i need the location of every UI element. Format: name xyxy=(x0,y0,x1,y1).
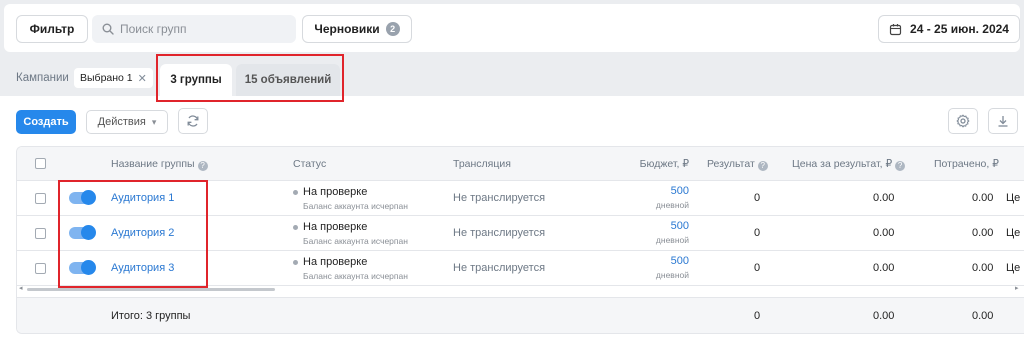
budget-value[interactable]: 500 xyxy=(671,220,689,232)
date-range-label: 24 - 25 июн. 2024 xyxy=(910,22,1009,36)
scroll-right-arrow[interactable]: ▸ xyxy=(1015,284,1019,292)
overflow-cell: Це xyxy=(1006,227,1021,239)
toggle-icon[interactable] xyxy=(69,260,96,275)
spent-value: 0.00 xyxy=(972,262,994,274)
group-name-link[interactable]: Аудитория 3 xyxy=(111,262,174,274)
broadcast-text: Не транслируется xyxy=(453,262,546,274)
status-dot xyxy=(293,190,298,195)
budget-period: дневной xyxy=(655,200,689,210)
toggle-icon[interactable] xyxy=(69,225,96,240)
cost-per-result-value: 0.00 xyxy=(873,192,895,204)
toggle-icon[interactable] xyxy=(69,190,96,205)
download-icon xyxy=(998,116,1008,127)
calendar-icon xyxy=(889,23,902,35)
main-panel: Создать Действия ▾ Название группы? Стат… xyxy=(0,96,1024,343)
actions-label: Действия xyxy=(97,116,146,128)
overflow-cell: Це xyxy=(1006,192,1021,204)
spent-value: 0.00 xyxy=(972,192,994,204)
row-checkbox[interactable] xyxy=(35,228,46,239)
totals-label: Итого: 3 группы xyxy=(111,310,191,322)
filter-button[interactable]: Фильтр xyxy=(16,15,88,43)
table-row[interactable]: Аудитория 2 На проверке Баланс аккаунта … xyxy=(17,216,1024,251)
budget-value[interactable]: 500 xyxy=(671,255,689,267)
search-input[interactable]: Поиск групп xyxy=(92,15,296,43)
status-dot xyxy=(293,225,298,230)
table-row[interactable]: Аудитория 3 На проверке Баланс аккаунта … xyxy=(17,251,1024,286)
level-tabs-bar: Кампании Выбрано 1 ✕ 3 группы 15 объявле… xyxy=(0,60,1024,96)
tab-ads[interactable]: 15 объявлений xyxy=(236,64,340,96)
row-checkbox[interactable] xyxy=(35,263,46,274)
select-all-checkbox[interactable] xyxy=(35,158,46,169)
tab-campaigns[interactable]: Кампании xyxy=(16,72,69,84)
search-icon xyxy=(102,23,114,35)
drafts-button[interactable]: Черновики 2 xyxy=(302,15,412,43)
top-bar: Фильтр Поиск групп Черновики 2 24 - 25 и… xyxy=(4,4,1020,52)
drafts-count-badge: 2 xyxy=(385,22,400,36)
column-cost-per-result[interactable]: Цена за результат, ₽? xyxy=(792,158,906,171)
result-value: 0 xyxy=(754,262,761,274)
refresh-button[interactable] xyxy=(178,108,208,134)
groups-table: Название группы? Статус Трансляция Бюдже… xyxy=(16,146,1024,334)
budget-value[interactable]: 500 xyxy=(671,185,689,197)
status-note: Баланс аккаунта исчерпан xyxy=(303,236,408,246)
spent-value: 0.00 xyxy=(972,227,994,239)
status-text: На проверке xyxy=(303,221,368,233)
refresh-icon xyxy=(187,115,199,127)
help-icon[interactable]: ? xyxy=(757,160,768,171)
column-spent[interactable]: Потрачено, ₽ xyxy=(934,158,999,170)
budget-period: дневной xyxy=(655,270,689,280)
status-text: На проверке xyxy=(303,186,368,198)
result-value: 0 xyxy=(754,192,761,204)
search-placeholder: Поиск групп xyxy=(120,22,187,36)
selected-chip-label: Выбрано 1 xyxy=(80,72,133,84)
group-name-link[interactable]: Аудитория 2 xyxy=(111,227,174,239)
totals-spent: 0.00 xyxy=(972,310,994,322)
broadcast-text: Не транслируется xyxy=(453,227,546,239)
column-broadcast[interactable]: Трансляция xyxy=(453,158,511,170)
table-settings-button[interactable] xyxy=(948,108,978,134)
status-dot xyxy=(293,260,298,265)
column-budget[interactable]: Бюджет, ₽ xyxy=(640,158,689,170)
totals-cost-per-result: 0.00 xyxy=(873,310,895,322)
drafts-label: Черновики xyxy=(314,22,380,36)
column-status[interactable]: Статус xyxy=(293,158,326,170)
row-checkbox[interactable] xyxy=(35,193,46,204)
status-note: Баланс аккаунта исчерпан xyxy=(303,201,408,211)
status-note: Баланс аккаунта исчерпан xyxy=(303,271,408,281)
selected-campaigns-chip[interactable]: Выбрано 1 ✕ xyxy=(74,68,153,88)
tab-groups[interactable]: 3 группы xyxy=(160,64,232,96)
status-text: На проверке xyxy=(303,256,368,268)
totals-result: 0 xyxy=(754,310,761,322)
help-icon[interactable]: ? xyxy=(197,160,208,171)
download-button[interactable] xyxy=(988,108,1018,134)
close-icon[interactable]: ✕ xyxy=(138,72,147,85)
horizontal-scrollbar[interactable] xyxy=(27,288,275,291)
broadcast-text: Не транслируется xyxy=(453,192,546,204)
overflow-cell: Це xyxy=(1006,262,1021,274)
gear-icon xyxy=(956,114,970,128)
actions-dropdown[interactable]: Действия ▾ xyxy=(86,110,168,134)
column-result[interactable]: Результат? xyxy=(707,158,768,171)
scroll-left-arrow[interactable]: ◂ xyxy=(19,284,23,292)
create-button[interactable]: Создать xyxy=(16,110,76,134)
group-name-link[interactable]: Аудитория 1 xyxy=(111,192,174,204)
column-name[interactable]: Название группы? xyxy=(111,158,208,171)
table-header: Название группы? Статус Трансляция Бюдже… xyxy=(17,147,1024,181)
help-icon[interactable]: ? xyxy=(895,160,906,171)
date-range-button[interactable]: 24 - 25 июн. 2024 xyxy=(878,15,1020,43)
cost-per-result-value: 0.00 xyxy=(873,227,895,239)
budget-period: дневной xyxy=(655,235,689,245)
result-value: 0 xyxy=(754,227,761,239)
chevron-down-icon: ▾ xyxy=(151,116,157,127)
table-row[interactable]: Аудитория 1 На проверке Баланс аккаунта … xyxy=(17,181,1024,216)
totals-row: Итого: 3 группы 0 0.00 0.00 xyxy=(17,297,1024,333)
cost-per-result-value: 0.00 xyxy=(873,262,895,274)
